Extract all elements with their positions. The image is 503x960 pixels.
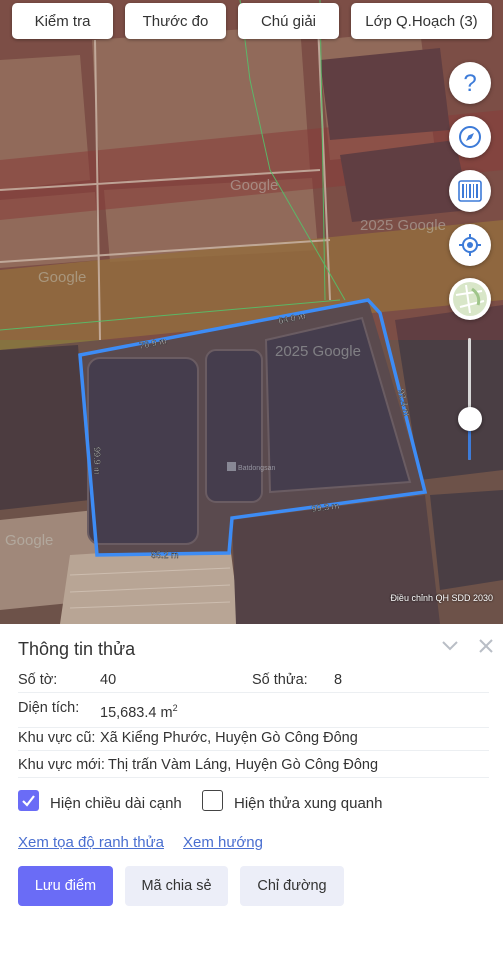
share-code-button[interactable]: Mã chia sẻ <box>125 866 228 906</box>
map-view[interactable]: Google 2025 Google Google Google 2025 Go… <box>0 0 503 624</box>
close-icon <box>479 639 493 653</box>
legend-button[interactable]: Chú giải <box>238 3 339 39</box>
help-button[interactable]: ? <box>449 62 491 104</box>
map-watermark: Google <box>5 532 53 549</box>
sheet-value: 40 <box>100 672 117 688</box>
area-value-wrap: 15,683.4 m2 <box>100 703 178 721</box>
locate-icon <box>459 234 481 256</box>
new-area-row: Khu vực mới: Thị trấn Vàm Láng, Huyện Gò… <box>18 751 489 778</box>
checkmark-icon <box>22 795 35 807</box>
old-area-value: Xã Kiểng Phước, Huyện Gò Công Đông <box>100 730 358 746</box>
show-edges-label: Hiện chiều dài cạnh <box>50 795 182 812</box>
check-button[interactable]: Kiểm tra <box>12 3 113 39</box>
map-watermark: Google <box>230 177 278 194</box>
new-area-label: Khu vực mới: <box>18 757 105 773</box>
map-type-button[interactable] <box>449 278 491 320</box>
old-area-row: Khu vực cũ: Xã Kiểng Phước, Huyện Gò Côn… <box>18 724 489 751</box>
sheet-label: Số tờ: <box>18 672 58 688</box>
map-type-icon <box>453 282 487 316</box>
directions-button[interactable]: Chỉ đường <box>240 866 344 906</box>
edge-length-label: 65.2 m <box>151 550 179 560</box>
zoom-slider-handle[interactable] <box>458 406 482 431</box>
map-watermark: Google <box>38 269 86 286</box>
help-icon: ? <box>463 72 476 94</box>
parcel-value: 8 <box>334 672 343 688</box>
compass-button[interactable] <box>449 116 491 158</box>
save-point-button[interactable]: Lưu điểm <box>18 866 113 906</box>
edge-length-label: 99.9 m <box>92 447 102 475</box>
panel-title: Thông tin thửa <box>18 639 136 659</box>
new-area-value: Thị trấn Vàm Láng, Huyện Gò Công Đông <box>108 757 379 773</box>
show-neighbors-checkbox[interactable] <box>202 790 223 811</box>
map-watermark: 2025 Google <box>360 217 446 234</box>
map-watermark: 2025 Google <box>275 343 361 360</box>
chevron-down-icon <box>442 641 458 651</box>
compass-icon <box>459 126 481 148</box>
view-boundary-coords-link[interactable]: Xem tọa độ ranh thửa <box>18 834 164 851</box>
zoom-slider-track[interactable] <box>468 338 471 460</box>
show-neighbors-label: Hiện thửa xung quanh <box>234 795 383 812</box>
barcode-icon <box>458 180 482 202</box>
barcode-button[interactable] <box>449 170 491 212</box>
planning-layer-button[interactable]: Lớp Q.Hoạch (3) <box>351 3 492 39</box>
parcel-info-panel: Thông tin thửa Số tờ: 40 Số thửa: 8 Diện… <box>0 624 503 960</box>
show-edges-checkbox[interactable] <box>18 790 39 811</box>
map-credit: Điều chỉnh QH SDD 2030 <box>390 593 493 603</box>
sheet-parcel-row: Số tờ: 40 Số thửa: 8 <box>18 666 489 693</box>
close-button[interactable] <box>476 636 496 656</box>
area-value: 15,683.4 m <box>100 704 173 721</box>
collapse-button[interactable] <box>440 636 460 656</box>
satellite-imagery: Google 2025 Google Google Google 2025 Go… <box>0 0 503 624</box>
map-toolbar: Kiểm tra Thước đo Chú giải Lớp Q.Hoạch (… <box>0 3 503 39</box>
view-direction-link[interactable]: Xem hướng <box>183 834 263 851</box>
area-label: Diện tích: <box>18 700 80 716</box>
measure-button[interactable]: Thước đo <box>125 3 226 39</box>
svg-text:?: ? <box>463 72 476 94</box>
svg-text:Batdongsan: Batdongsan <box>238 465 275 472</box>
locate-button[interactable] <box>449 224 491 266</box>
area-unit-superscript: 2 <box>172 703 178 713</box>
parcel-label: Số thửa: <box>252 672 308 688</box>
old-area-label: Khu vực cũ: <box>18 730 96 746</box>
